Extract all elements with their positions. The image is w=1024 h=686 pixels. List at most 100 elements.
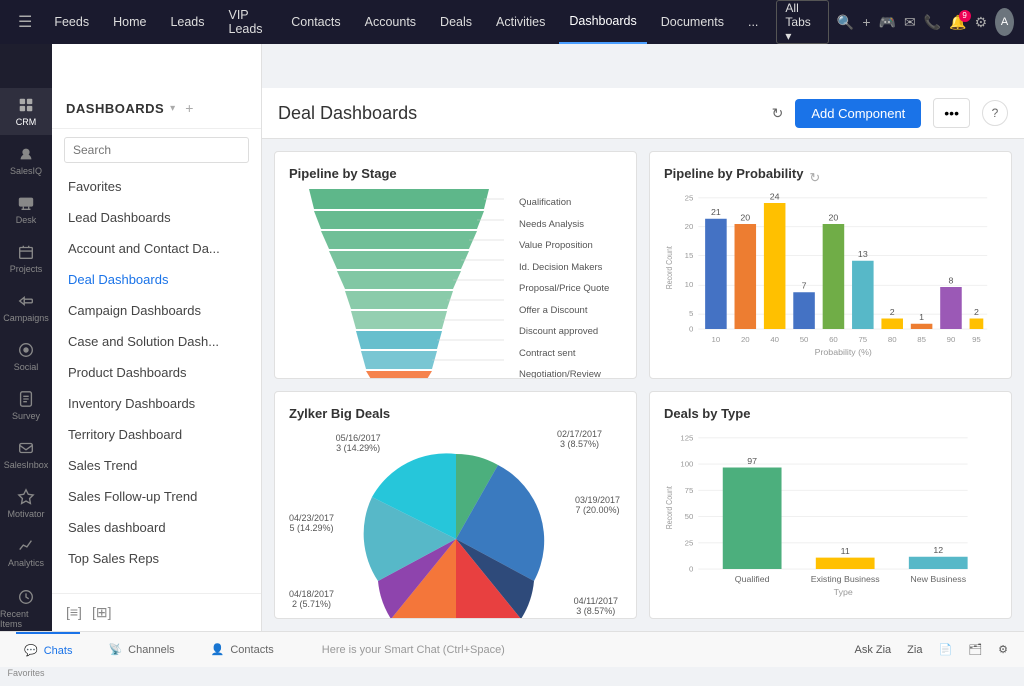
user-avatar[interactable]: A [995,8,1014,36]
sidebar-item-salesinbox[interactable]: SalesInbox [0,431,52,478]
svg-text:New Business: New Business [910,575,966,584]
smart-chat-area[interactable]: Here is your Smart Chat (Ctrl+Space) [302,644,835,656]
nav-accounts[interactable]: Accounts [355,0,426,44]
svg-text:11: 11 [841,547,851,556]
nav-activities[interactable]: Activities [486,0,555,44]
add-icon[interactable]: + [862,14,870,30]
svg-text:Probability (%): Probability (%) [815,348,872,357]
nav-case-solution[interactable]: Case and Solution Dash... [52,326,261,357]
sidebar-item-salesiq[interactable]: SalesIQ [0,137,52,184]
sidebar-item-crm[interactable]: CRM [0,88,52,135]
nav-sales-followup[interactable]: Sales Follow-up Trend [52,481,261,512]
deals-type-svg: 0 25 50 75 100 125 97 Qualified 11 Exist [664,429,997,604]
nav-leads[interactable]: Leads [160,0,214,44]
all-tabs-button[interactable]: All Tabs ▾ [776,0,828,44]
phone-icon[interactable]: 📞 [924,14,941,31]
settings-icon[interactable]: ⚙ [975,14,988,31]
refresh-button[interactable]: ↻ [772,105,784,122]
nav-home[interactable]: Home [103,0,156,44]
sidebar-item-campaigns[interactable]: Campaigns [0,284,52,331]
sidebar-item-social[interactable]: Social [0,333,52,380]
svg-text:97: 97 [747,456,757,465]
nav-contacts[interactable]: Contacts [281,0,350,44]
svg-text:10: 10 [685,280,694,288]
pipeline-stage-chart: Pipeline by Stage [274,151,637,379]
nav-sales-dashboard[interactable]: Sales dashboard [52,512,261,543]
pie-label-5: 04/18/20172 (5.71%) [289,589,334,609]
sidebar-item-survey[interactable]: Survey [0,382,52,429]
search-input[interactable] [64,137,249,163]
sidebar-analytics-label: Analytics [8,558,44,568]
svg-text:Record Count: Record Count [664,486,673,529]
ask-zia-button[interactable]: Ask Zia [854,644,891,656]
nav-more[interactable]: ... [738,0,768,44]
ask-zia-area: Ask Zia Zia 📄 🗂 ⚙ [854,643,1008,656]
svg-text:Existing Business: Existing Business [811,575,880,584]
nav-deals[interactable]: Deals [430,0,482,44]
list-view-icon[interactable]: [≡] [66,604,82,621]
chat-icon: 💬 [24,644,38,657]
archive-icon[interactable]: 🗂 [968,643,982,656]
svg-text:1: 1 [919,313,924,322]
svg-text:90: 90 [947,336,956,344]
sidebar-item-motivator[interactable]: Motivator [0,480,52,527]
notification-icon[interactable]: 🔔 9 [949,14,966,31]
nav-campaign-dashboards[interactable]: Campaign Dashboards [52,295,261,326]
bottom-tab-contacts[interactable]: 👤 Contacts [203,632,282,668]
help-button[interactable]: ? [982,100,1008,126]
nav-documents[interactable]: Documents [651,0,734,44]
nav-top-sales-reps[interactable]: Top Sales Reps [52,543,261,574]
nav-dashboards[interactable]: Dashboards [559,0,646,44]
svg-text:25: 25 [685,539,694,547]
zia-icon[interactable]: Zia [907,644,922,656]
left-nav-footer: [≡] [⊞] [52,593,261,631]
funnel-label-4: Proposal/Price Quote [519,283,609,294]
pie-svg [346,429,566,619]
more-options-button[interactable]: ••• [933,98,970,128]
bottom-tab-channels[interactable]: 📡 Channels [100,632,182,668]
nav-inventory-dashboards[interactable]: Inventory Dashboards [52,388,261,419]
gamepad-icon[interactable]: 🎮 [879,14,896,31]
svg-text:5: 5 [689,309,693,317]
big-deals-chart: Zylker Big Deals [274,391,637,619]
bottom-tab-chats[interactable]: 💬 Chats [16,632,80,668]
hamburger-icon[interactable]: ☰ [10,12,40,32]
left-nav-dropdown-icon[interactable]: ▾ [170,103,175,114]
grid-view-icon[interactable]: [⊞] [92,604,112,621]
probability-title: Pipeline by Probability [664,166,803,181]
sidebar-crm-label: CRM [16,117,37,127]
settings-bottom-icon[interactable]: ⚙ [998,643,1008,656]
left-nav-add-icon[interactable]: + [185,100,193,116]
svg-text:85: 85 [917,336,926,344]
sidebar-item-desk[interactable]: Desk [0,186,52,233]
nav-favorites[interactable]: Favorites [52,171,261,202]
nav-product-dashboards[interactable]: Product Dashboards [52,357,261,388]
nav-feeds[interactable]: Feeds [44,0,99,44]
sidebar-item-projects[interactable]: Projects [0,235,52,282]
dashboard-grid: Pipeline by Stage [262,139,1024,631]
nav-vip-leads[interactable]: VIP Leads [219,0,278,44]
nav-territory-dashboard[interactable]: Territory Dashboard [52,419,261,450]
nav-account-contact[interactable]: Account and Contact Da... [52,233,261,264]
page-title: Deal Dashboards [278,103,417,124]
left-nav-header: DASHBOARDS ▾ + [52,88,261,129]
big-deals-title: Zylker Big Deals [289,406,622,421]
nav-sales-trend[interactable]: Sales Trend [52,450,261,481]
probability-refresh-icon[interactable]: ↻ [809,170,820,186]
svg-text:20: 20 [685,223,694,231]
svg-text:Type: Type [834,588,853,597]
sidebar-item-recent[interactable]: Recent Items [0,580,52,637]
email-icon[interactable]: ✉ [904,14,916,31]
funnel-label-7: Contract sent [519,348,609,359]
svg-text:20: 20 [829,213,839,222]
deals-type-chart: Deals by Type 0 25 50 75 [649,391,1012,619]
search-icon[interactable]: 🔍 [837,14,854,31]
svg-text:100: 100 [680,460,693,468]
svg-text:21: 21 [711,208,721,217]
document-icon[interactable]: 📄 [938,643,952,656]
sidebar-item-analytics[interactable]: Analytics [0,529,52,576]
svg-text:15: 15 [685,252,694,260]
nav-deal-dashboards[interactable]: Deal Dashboards [52,264,261,295]
add-component-button[interactable]: Add Component [795,99,921,128]
nav-lead-dashboards[interactable]: Lead Dashboards [52,202,261,233]
